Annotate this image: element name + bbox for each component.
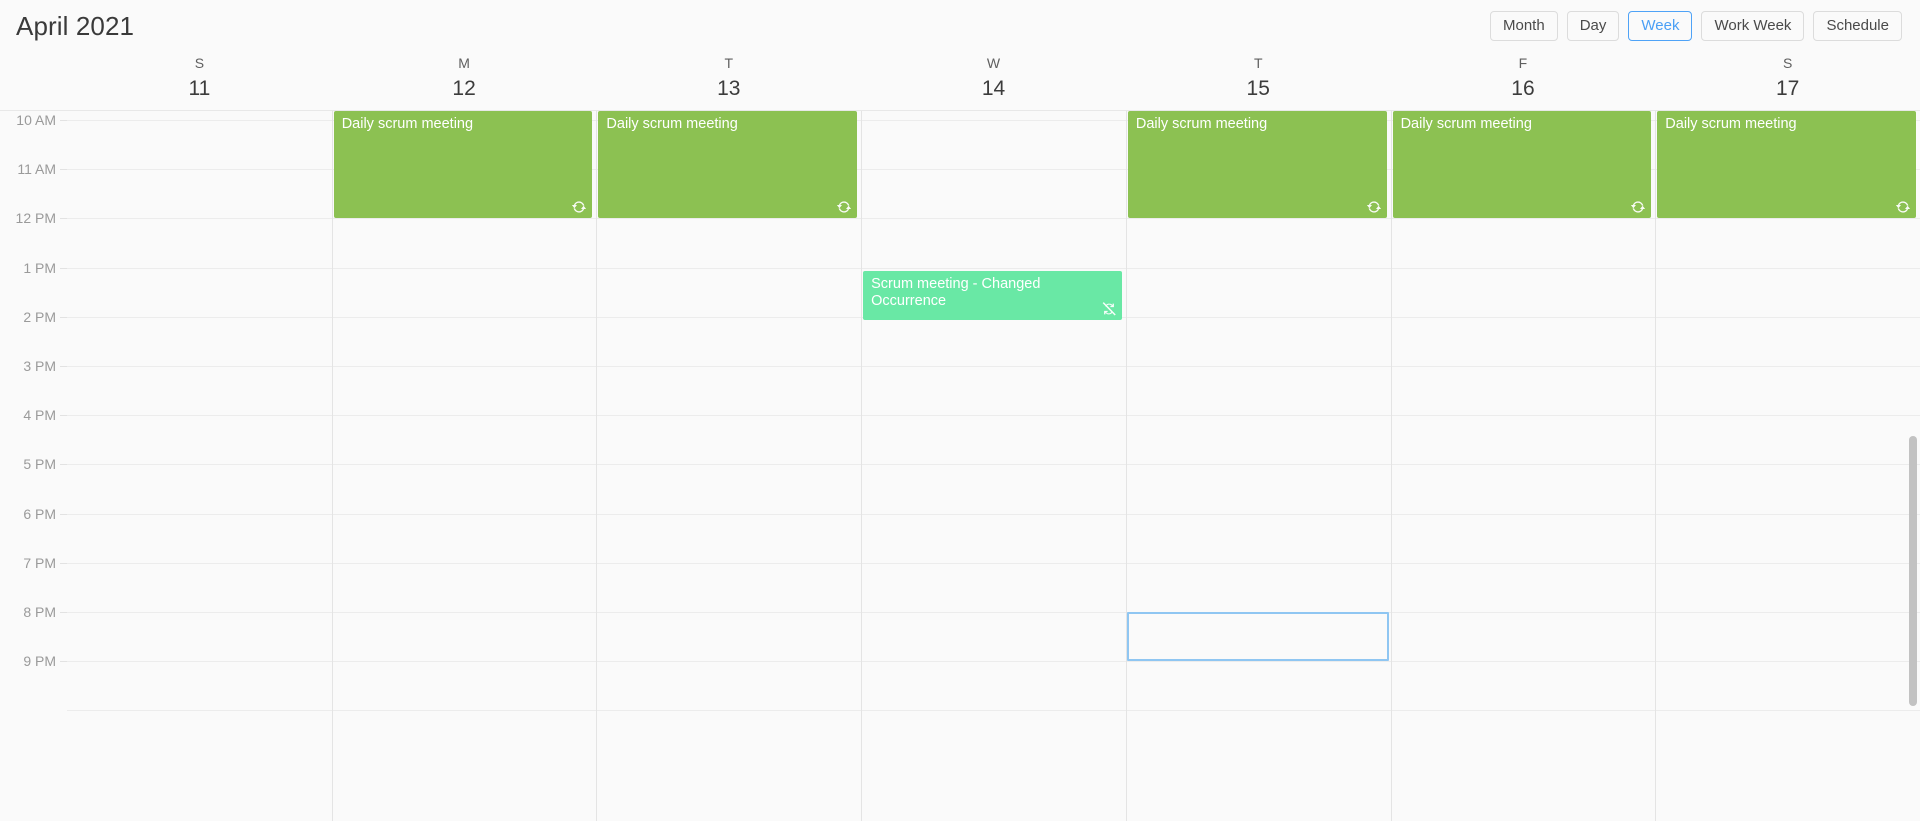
day-divider [1655,111,1657,821]
day-header-11[interactable]: S 11 [67,52,332,110]
selected-time-slot[interactable] [1126,612,1389,662]
page-title: April 2021 [16,11,135,41]
day-header-17[interactable]: S 17 [1655,52,1920,110]
event-title: Daily scrum meeting [1400,116,1532,132]
time-label: 1 PM [23,259,56,276]
recurrence-icon [1366,199,1382,215]
event-title: Daily scrum meeting [606,116,738,132]
recurrence-icon [1630,199,1646,215]
view-button-schedule[interactable]: Schedule [1813,11,1902,41]
time-tick [60,464,67,466]
event-title: Daily scrum meeting [1135,116,1268,132]
time-gutter: 10 AM 11 AM 12 PM 1 PM 2 PM 3 PM 4 PM 5 PM 6 PM 7… [0,111,67,821]
event-title: Scrum meeting - Changed Occurrence [871,276,1041,309]
day-number: 11 [188,77,211,100]
calendar-grid: 10 AM 11 AM 12 PM 1 PM 2 PM 3 PM 4 PM 5 PM 6 PM 7… [0,110,1920,821]
day-divider [861,111,863,821]
day-header-row: S 11 M 12 T 13 W 14 T 15 F 16 S 17 [0,52,1920,110]
day-column-14[interactable] [861,111,1126,821]
recurrence-icon [836,199,852,215]
view-switcher: Month Day Week Work Week Schedule [1490,11,1902,41]
day-divider [1390,111,1392,821]
time-label: 8 PM [23,604,56,620]
calendar-event[interactable]: Daily scrum meeting [1392,111,1652,218]
time-tick [60,218,67,220]
time-tick [60,415,67,417]
calendar-event[interactable]: Daily scrum meeting [1127,111,1387,218]
time-label: 5 PM [23,456,56,473]
day-name: F [1518,55,1528,71]
day-name: S [194,55,205,71]
recurrence-exception-icon [1101,301,1117,317]
day-number: 15 [1246,77,1270,100]
time-tick [60,513,67,515]
calendar-event[interactable]: Daily scrum meeting [1657,111,1916,218]
day-name: T [1253,55,1263,71]
event-title: Daily scrum meeting [341,116,474,132]
time-label: 11 AM [17,161,56,178]
day-name: T [724,55,734,71]
view-button-month[interactable]: Month [1490,11,1558,41]
time-tick [60,366,67,367]
time-tick [60,267,67,269]
day-header-16[interactable]: F 16 [1391,52,1656,110]
day-number: 14 [981,77,1006,100]
time-label: 6 PM [23,505,56,522]
day-number: 17 [1775,77,1800,100]
scheduler-week-view: April 2021 Month Day Week Work Week Schedule… [0,0,1920,821]
view-button-week[interactable]: Week [1628,11,1693,41]
grid-body: Daily scrum meeting Daily scrum meeting Sc… [67,111,1920,821]
time-tick [60,612,67,613]
day-header-12[interactable]: M 12 [332,52,597,110]
day-number: 13 [717,77,741,100]
day-header-15[interactable]: T 15 [1126,52,1391,110]
time-label: 9 PM [23,653,56,670]
calendar-event[interactable]: Scrum meeting - Changed Occurrence [863,271,1122,320]
calendar-event[interactable]: Daily scrum meeting [333,111,593,218]
time-tick [60,316,67,318]
time-tick [60,661,67,663]
day-divider [1125,111,1127,821]
event-title: Daily scrum meeting [1665,116,1797,132]
day-name: M [458,55,470,71]
day-number: 12 [452,77,476,100]
time-tick [60,562,67,564]
vertical-scrollbar[interactable] [1905,111,1920,821]
time-label: 3 PM [23,358,56,374]
scheduler-toolbar: April 2021 Month Day Week Work Week Schedule [0,0,1920,52]
day-name: S [1783,55,1793,71]
view-button-day[interactable]: Day [1566,11,1620,41]
day-number: 16 [1511,77,1535,100]
vertical-scrollbar-thumb[interactable] [1909,436,1917,706]
time-label: 7 PM [23,554,56,571]
time-label: 4 PM [23,407,56,424]
time-gutter-header-spacer [0,52,67,110]
time-tick [60,169,67,171]
day-divider [596,111,598,821]
recurrence-icon [571,199,587,215]
day-header-13[interactable]: T 13 [596,52,861,110]
day-header-14[interactable]: W 14 [861,52,1126,110]
day-name: W [986,55,1001,71]
view-button-work-week[interactable]: Work Week [1701,11,1805,41]
day-divider [331,111,333,821]
day-column-11[interactable] [67,111,332,821]
time-label: 2 PM [23,308,56,325]
time-label: 12 PM [15,210,56,227]
time-tick [60,120,67,121]
calendar-event[interactable]: Daily scrum meeting [598,111,858,218]
time-label: 10 AM [16,112,56,128]
